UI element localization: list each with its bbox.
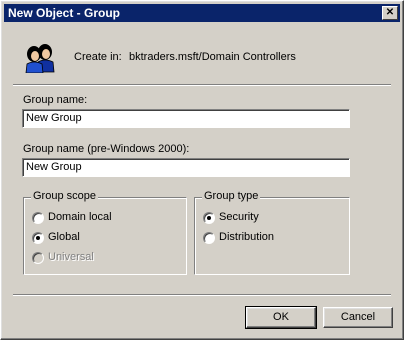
scope-global-radio[interactable]	[32, 232, 44, 244]
group-name-field[interactable]: New Group	[22, 109, 350, 128]
type-distribution-label: Distribution	[219, 231, 275, 243]
ok-button[interactable]: OK	[245, 306, 317, 329]
separator-top	[13, 84, 391, 86]
close-button[interactable]: ✕	[382, 6, 398, 20]
group-type-title: Group type	[202, 190, 261, 202]
group-users-icon	[25, 44, 55, 73]
type-security-label: Security	[219, 211, 259, 223]
type-security-radio[interactable]	[203, 212, 215, 224]
separator-bottom	[13, 294, 391, 296]
cancel-button[interactable]: Cancel	[323, 307, 393, 328]
scope-global-label: Global	[48, 231, 80, 243]
create-in-path: bktraders.msft/Domain Controllers	[129, 51, 296, 63]
group-type-box: Group type Security Distribution	[194, 190, 350, 275]
group-scope-box: Group scope Domain local Global Universa…	[23, 190, 187, 275]
type-distribution-radio[interactable]	[203, 232, 215, 244]
title-bar[interactable]: New Object - Group ✕	[4, 4, 400, 22]
scope-domain-local-label: Domain local	[48, 211, 112, 223]
pre2000-name-label: Group name (pre-Windows 2000):	[23, 143, 190, 155]
pre2000-name-field[interactable]: New Group	[22, 158, 350, 177]
scope-universal-radio	[32, 252, 44, 264]
group-name-label: Group name:	[23, 94, 88, 106]
group-scope-title: Group scope	[31, 190, 98, 202]
create-in-label: Create in:	[74, 51, 122, 63]
new-object-group-dialog: New Object - Group ✕ Create in: bktrader…	[0, 0, 404, 340]
scope-universal-label: Universal	[48, 251, 94, 263]
window-title: New Object - Group	[8, 6, 121, 20]
scope-domain-local-radio[interactable]	[32, 212, 44, 224]
